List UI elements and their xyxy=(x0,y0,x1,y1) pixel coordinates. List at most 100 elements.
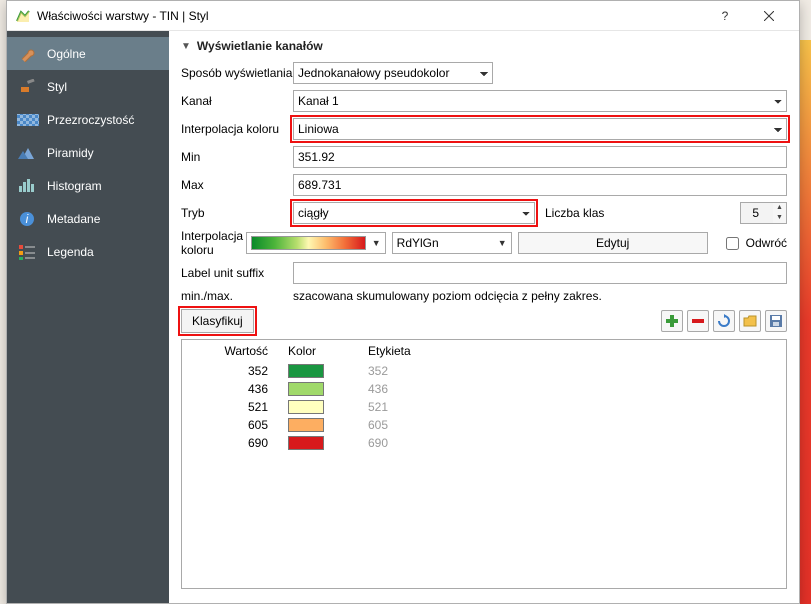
row-label: 352 xyxy=(368,364,448,378)
sidebar-item-label: Legenda xyxy=(47,245,94,259)
refresh-button[interactable] xyxy=(713,310,735,332)
section-title: Wyświetlanie kanałów xyxy=(197,39,323,53)
app-icon xyxy=(15,8,31,24)
ramp-name-select[interactable]: RdYlGn ▼ xyxy=(392,232,512,254)
sidebar-item-metadata[interactable]: i Metadane xyxy=(7,202,169,235)
ramp-name-value: RdYlGn xyxy=(397,236,439,250)
remove-class-button[interactable] xyxy=(687,310,709,332)
expand-arrow-icon: ▼ xyxy=(181,41,191,52)
band-label: Kanał xyxy=(181,94,293,108)
mode-label: Tryb xyxy=(181,206,293,220)
row-value: 690 xyxy=(188,436,288,450)
row-render-type: Sposób wyświetlania Jednokanałowy pseudo… xyxy=(181,61,787,85)
row-minmax-info: min./max. szacowana skumulowany poziom o… xyxy=(181,289,787,303)
pyramids-icon xyxy=(17,144,39,162)
brush-icon xyxy=(17,78,39,96)
row-label: 605 xyxy=(368,418,448,432)
row-mode: Tryb ciągły Liczba klas ▲▼ xyxy=(181,201,787,225)
band-select[interactable]: Kanał 1 xyxy=(293,90,787,112)
window-title: Właściwości warstwy - TIN | Styl xyxy=(37,9,703,23)
max-input[interactable] xyxy=(293,174,787,196)
render-type-select[interactable]: Jednokanałowy pseudokolor xyxy=(293,62,493,84)
sidebar-item-label: Metadane xyxy=(47,212,100,226)
row-color-swatch[interactable] xyxy=(288,382,324,396)
class-table[interactable]: Wartość Kolor Etykieta 35235243643652152… xyxy=(181,339,787,589)
invert-label: Odwróć xyxy=(746,236,787,250)
table-row[interactable]: 690 690 xyxy=(188,434,780,452)
edit-ramp-button[interactable]: Edytuj xyxy=(518,232,708,254)
sidebar-item-legend[interactable]: Legenda xyxy=(7,235,169,268)
row-label: 436 xyxy=(368,382,448,396)
dialog-window: Właściwości warstwy - TIN | Styl ? Ogóln… xyxy=(6,0,800,604)
row-value: 605 xyxy=(188,418,288,432)
max-label: Max xyxy=(181,178,293,192)
legend-icon xyxy=(17,243,39,261)
row-band: Kanał Kanał 1 xyxy=(181,89,787,113)
interp-label: Interpolacja koloru xyxy=(181,122,293,136)
row-suffix: Label unit suffix xyxy=(181,261,787,285)
sidebar-item-label: Histogram xyxy=(47,179,102,193)
sidebar-item-style[interactable]: Styl xyxy=(7,70,169,103)
table-row[interactable]: 352 352 xyxy=(188,362,780,380)
row-min: Min xyxy=(181,145,787,169)
sidebar-item-label: Styl xyxy=(47,80,67,94)
row-color-swatch[interactable] xyxy=(288,400,324,414)
row-color-swatch[interactable] xyxy=(288,364,324,378)
histogram-icon xyxy=(17,177,39,195)
chevron-down-icon: ▼ xyxy=(498,238,507,248)
sidebar-item-histogram[interactable]: Histogram xyxy=(7,169,169,202)
row-colormap: Interpolacja koloru ▼ RdYlGn ▼ Edytuj Od… xyxy=(181,229,787,257)
spinner-down-icon[interactable]: ▼ xyxy=(773,213,786,223)
row-color-swatch[interactable] xyxy=(288,418,324,432)
invert-checkbox-input[interactable] xyxy=(726,237,739,250)
sidebar: Ogólne Styl Przezroczystość Piramidy His… xyxy=(7,31,169,603)
sidebar-item-transparency[interactable]: Przezroczystość xyxy=(7,103,169,136)
wrench-icon xyxy=(17,45,39,63)
interpolation-select[interactable]: Liniowa xyxy=(293,118,787,140)
svg-text:i: i xyxy=(26,212,29,226)
help-button[interactable]: ? xyxy=(703,2,747,30)
section-header[interactable]: ▼ Wyświetlanie kanałów xyxy=(181,39,787,53)
classcount-input[interactable] xyxy=(740,202,774,224)
mode-select[interactable]: ciągły xyxy=(293,202,535,224)
color-ramp-preview xyxy=(251,236,366,250)
row-value: 436 xyxy=(188,382,288,396)
spinner-up-icon[interactable]: ▲ xyxy=(773,203,786,213)
color-ramp-select[interactable]: ▼ xyxy=(246,232,386,254)
min-input[interactable] xyxy=(293,146,787,168)
sidebar-item-pyramids[interactable]: Piramidy xyxy=(7,136,169,169)
row-label: 521 xyxy=(368,400,448,414)
minmax-text: szacowana skumulowany poziom odcięcia z … xyxy=(293,289,602,303)
table-row[interactable]: 521 521 xyxy=(188,398,780,416)
col-label-header: Etykieta xyxy=(368,344,448,358)
load-button[interactable] xyxy=(739,310,761,332)
classify-button[interactable]: Klasyfikuj xyxy=(181,309,254,333)
close-button[interactable] xyxy=(747,2,791,30)
classcount-spinner[interactable]: ▲▼ xyxy=(740,202,787,224)
save-button[interactable] xyxy=(765,310,787,332)
row-value: 352 xyxy=(188,364,288,378)
main-panel: ▼ Wyświetlanie kanałów Sposób wyświetlan… xyxy=(169,31,799,603)
render-type-label: Sposób wyświetlania xyxy=(181,66,293,80)
transparency-icon xyxy=(17,111,39,129)
row-interp: Interpolacja koloru Liniowa xyxy=(181,117,787,141)
sidebar-item-label: Przezroczystość xyxy=(47,113,134,127)
suffix-input[interactable] xyxy=(293,262,787,284)
suffix-label: Label unit suffix xyxy=(181,266,293,280)
add-class-button[interactable] xyxy=(661,310,683,332)
sidebar-item-label: Ogólne xyxy=(47,47,86,61)
col-color-header: Kolor xyxy=(288,344,368,358)
row-max: Max xyxy=(181,173,787,197)
minmax-label: min./max. xyxy=(181,289,293,303)
class-table-header: Wartość Kolor Etykieta xyxy=(188,344,780,358)
row-label: 690 xyxy=(368,436,448,450)
classcount-label: Liczba klas xyxy=(545,206,604,220)
table-row[interactable]: 436 436 xyxy=(188,380,780,398)
row-value: 521 xyxy=(188,400,288,414)
invert-checkbox[interactable]: Odwróć xyxy=(722,234,787,253)
min-label: Min xyxy=(181,150,293,164)
table-row[interactable]: 605 605 xyxy=(188,416,780,434)
sidebar-item-general[interactable]: Ogólne xyxy=(7,37,169,70)
sidebar-item-label: Piramidy xyxy=(47,146,94,160)
row-color-swatch[interactable] xyxy=(288,436,324,450)
